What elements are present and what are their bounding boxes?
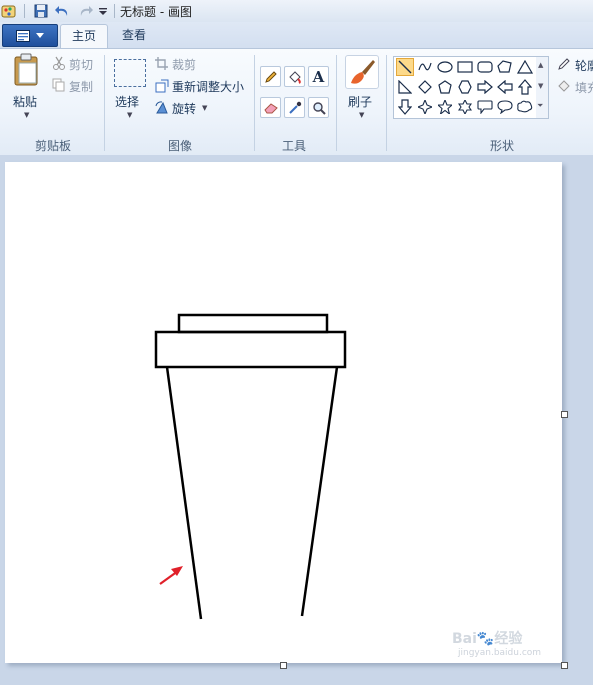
red-arrow-icon (159, 566, 183, 585)
shape-six-point-star-icon[interactable] (456, 98, 474, 116)
tab-home[interactable]: 主页 (60, 24, 109, 48)
tab-view[interactable]: 查看 (111, 24, 157, 46)
cup-drawing (154, 313, 347, 620)
shape-pentagon-icon[interactable] (436, 78, 454, 96)
cup-left-wall (165, 366, 203, 620)
ribbon: 粘贴 ▼ 剪切 复制 剪贴板 选择 ▼ 裁剪 重新调整大小 旋转 ▼ 图像 A (0, 48, 593, 156)
redo-icon[interactable] (76, 2, 94, 20)
shape-oval-callout-icon[interactable] (496, 98, 514, 116)
shape-up-arrow-icon[interactable] (516, 78, 534, 96)
title-bar: 无标题 - 画图 (0, 0, 593, 23)
watermark-logo: Bai🐾经验 (452, 631, 523, 647)
select-button[interactable]: 选择 (115, 93, 139, 110)
gallery-expand-icon[interactable]: ⏷ (537, 101, 543, 111)
rotate-button[interactable]: 旋转 (172, 100, 196, 117)
shape-curve-icon[interactable] (416, 58, 434, 76)
app-menu-button[interactable] (2, 24, 58, 47)
fill-button[interactable]: 填充 (575, 79, 593, 96)
brushes-icon[interactable] (345, 55, 379, 89)
shape-oval-icon[interactable] (436, 58, 454, 76)
resize-handle-corner[interactable] (561, 662, 568, 669)
outline-icon (557, 57, 571, 74)
color-picker-icon[interactable] (284, 97, 305, 118)
resize-icon (155, 79, 169, 96)
customize-quick-access-icon[interactable] (96, 2, 110, 20)
resize-handle-bottom[interactable] (280, 662, 287, 669)
shape-line-icon[interactable] (396, 58, 414, 76)
resize-handle-right[interactable] (561, 411, 568, 418)
scroll-down-icon[interactable]: ▼ (538, 82, 543, 90)
brushes-button[interactable]: 刷子 (348, 93, 372, 110)
select-dropdown-icon[interactable]: ▼ (127, 111, 132, 119)
image-group-label: 图像 (167, 139, 192, 153)
paint-app-icon[interactable] (0, 2, 18, 20)
fill-icon (557, 79, 571, 96)
shapes-gallery-scrollbar[interactable]: ▲ ▼ ⏷ (536, 56, 549, 119)
fill-bucket-icon[interactable] (284, 66, 305, 87)
watermark-url: jingyan.baidu.com (458, 648, 542, 658)
rotate-icon (155, 101, 169, 118)
tools-group-label: 工具 (281, 139, 306, 153)
magnifier-icon[interactable] (308, 97, 329, 118)
scroll-up-icon[interactable]: ▲ (538, 61, 543, 69)
paste-dropdown-icon[interactable]: ▼ (24, 111, 29, 119)
shape-right-triangle-icon[interactable] (396, 78, 414, 96)
shape-right-arrow-icon[interactable] (476, 78, 494, 96)
shape-five-point-star-icon[interactable] (436, 98, 454, 116)
shapes-gallery (393, 56, 538, 119)
shape-left-arrow-icon[interactable] (496, 78, 514, 96)
shape-hexagon-icon[interactable] (456, 78, 474, 96)
cup-lid-top (177, 313, 329, 334)
brushes-dropdown-icon[interactable]: ▼ (359, 111, 364, 119)
clipboard-group-label: 剪贴板 (34, 139, 71, 153)
pencil-icon[interactable] (260, 66, 281, 87)
crop-icon (155, 57, 169, 73)
shape-polygon-icon[interactable] (496, 58, 514, 76)
shape-cloud-callout-icon[interactable] (516, 98, 534, 116)
outline-button[interactable]: 轮廓 (575, 57, 593, 74)
copy-icon (52, 78, 66, 95)
text-glyph: A (312, 67, 325, 86)
shape-down-arrow-icon[interactable] (396, 98, 414, 116)
cup-lid-rim (154, 330, 347, 369)
text-icon[interactable]: A (308, 66, 329, 87)
ribbon-tab-row: 主页 查看 (0, 22, 593, 48)
cup-right-wall (300, 366, 339, 617)
shape-rounded-callout-icon[interactable] (476, 98, 494, 116)
eraser-icon[interactable] (260, 97, 281, 118)
resize-button[interactable]: 重新调整大小 (172, 78, 244, 95)
paste-icon[interactable] (12, 53, 42, 87)
select-icon[interactable] (114, 59, 146, 87)
shape-rounded-rectangle-icon[interactable] (476, 58, 494, 76)
crop-button[interactable]: 裁剪 (172, 56, 196, 73)
drawing-canvas[interactable] (5, 162, 562, 663)
shape-rectangle-icon[interactable] (456, 58, 474, 76)
cut-button[interactable]: 剪切 (69, 56, 93, 73)
rotate-dropdown-icon[interactable]: ▼ (202, 104, 207, 112)
chevron-down-icon (36, 32, 44, 38)
save-icon[interactable] (32, 2, 50, 20)
shapes-group-label: 形状 (489, 139, 514, 153)
window-title: 无标题 - 画图 (120, 5, 192, 19)
canvas-workspace (0, 155, 593, 685)
app-menu-icon (16, 29, 30, 42)
paste-button[interactable]: 粘贴 (13, 93, 37, 110)
shape-diamond-icon[interactable] (416, 78, 434, 96)
copy-button[interactable]: 复制 (69, 78, 93, 95)
shape-four-point-star-icon[interactable] (416, 98, 434, 116)
cut-icon (52, 56, 66, 73)
undo-icon[interactable] (54, 2, 72, 20)
shape-triangle-icon[interactable] (516, 58, 534, 76)
